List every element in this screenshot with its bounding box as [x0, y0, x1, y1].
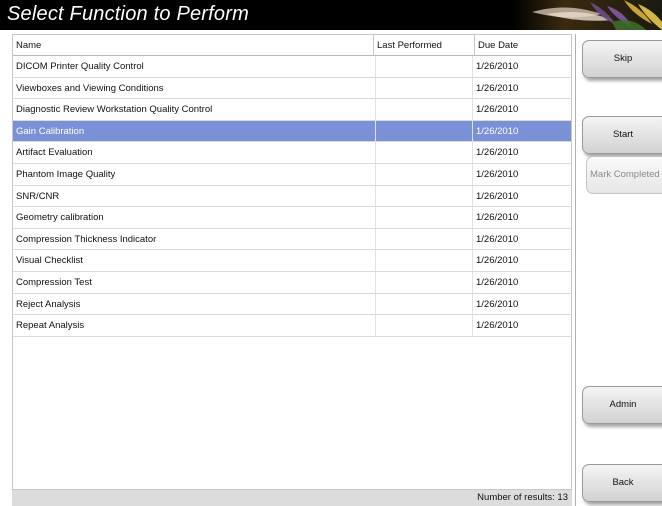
row-last-performed-cell — [375, 163, 473, 185]
column-header-name[interactable]: Name — [13, 35, 371, 56]
table-row[interactable]: Visual Checklist 1/26/2010 — [13, 250, 571, 272]
row-name-cell: Viewboxes and Viewing Conditions — [16, 82, 164, 94]
status-bar: Number of results: 13 — [12, 490, 572, 506]
table-row[interactable]: Viewboxes and Viewing Conditions 1/26/201… — [13, 77, 571, 100]
action-panel: Skip Start Mark Completed Admin Back — [572, 30, 662, 506]
row-name-cell: DICOM Printer Quality Control — [16, 61, 144, 72]
window-title: Select Function to Perform — [7, 3, 249, 25]
table-row[interactable]: Geometry calibration 1/26/2010 — [13, 207, 571, 229]
row-last-performed-cell — [375, 56, 473, 77]
row-due-date-cell: 1/26/2010 — [476, 147, 519, 159]
row-name-cell: Repeat Analysis — [16, 320, 85, 332]
row-due-date-cell: 1/26/2010 — [476, 212, 519, 224]
row-last-performed-cell — [375, 207, 473, 229]
row-name-cell: Visual Checklist — [16, 255, 83, 267]
function-table: Name Last Performed Due Date DICOM Print… — [12, 34, 572, 490]
table-row[interactable]: Repeat Analysis 1/26/2010 — [13, 315, 571, 337]
row-last-performed-cell — [375, 250, 473, 272]
row-last-performed-cell — [375, 271, 473, 293]
table-row[interactable]: Compression Thickness Indicator 1/26/2010 — [13, 228, 571, 251]
table-row[interactable]: Compression Test 1/26/2010 — [13, 271, 571, 294]
admin-button[interactable]: Admin — [582, 386, 662, 424]
row-name-cell: Phantom Image Quality — [16, 168, 116, 180]
flower-logo-icon — [512, 0, 662, 30]
table-row[interactable]: Gain Calibration 1/26/2010 — [13, 120, 571, 143]
row-due-date-cell: 1/26/2010 — [476, 233, 519, 245]
row-name-cell: Compression Test — [16, 276, 92, 288]
table-header: Name Last Performed Due Date — [13, 35, 571, 56]
title-bar: Select Function to Perform — [0, 0, 662, 30]
table-row[interactable]: Artifact Evaluation 1/26/2010 — [13, 142, 571, 164]
table-row[interactable]: Diagnostic Review Workstation Quality Co… — [13, 99, 571, 121]
start-button[interactable]: Start — [582, 116, 662, 154]
results-count: Number of results: 13 — [477, 492, 568, 503]
table-row[interactable]: SNR/CNR 1/26/2010 — [13, 185, 571, 208]
table-row[interactable]: Reject Analysis 1/26/2010 — [13, 293, 571, 316]
row-due-date-cell: 1/26/2010 — [476, 190, 519, 202]
row-last-performed-cell — [375, 315, 473, 337]
row-name-cell: Artifact Evaluation — [16, 147, 93, 159]
row-name-cell: Compression Thickness Indicator — [16, 233, 157, 245]
row-last-performed-cell — [375, 293, 473, 315]
back-button[interactable]: Back — [582, 464, 662, 502]
row-last-performed-cell — [375, 120, 473, 142]
row-due-date-cell: 1/26/2010 — [476, 255, 519, 267]
mark-completed-button[interactable]: Mark Completed — [586, 156, 662, 194]
row-name-cell: Reject Analysis — [16, 298, 81, 310]
row-last-performed-cell — [375, 228, 473, 250]
row-last-performed-cell — [375, 77, 473, 99]
table-body: DICOM Printer Quality Control 1/26/2010 Vi… — [13, 56, 571, 337]
column-header-due-date[interactable]: Due Date — [475, 35, 567, 56]
row-name-cell: Geometry calibration — [16, 212, 104, 224]
row-name-cell: Gain Calibration — [16, 125, 85, 137]
skip-button[interactable]: Skip — [582, 40, 662, 78]
row-name-cell: Diagnostic Review Workstation Quality Co… — [16, 104, 213, 116]
table-row[interactable]: DICOM Printer Quality Control 1/26/2010 — [13, 56, 571, 78]
row-due-date-cell: 1/26/2010 — [476, 320, 519, 332]
row-last-performed-cell — [375, 185, 473, 207]
row-due-date-cell: 1/26/2010 — [476, 61, 519, 72]
row-last-performed-cell — [375, 142, 473, 164]
row-due-date-cell: 1/26/2010 — [476, 104, 519, 116]
table-row[interactable]: Phantom Image Quality 1/26/2010 — [13, 163, 571, 186]
row-due-date-cell: 1/26/2010 — [476, 298, 519, 310]
panel-divider — [575, 34, 576, 506]
row-name-cell: SNR/CNR — [16, 190, 60, 202]
column-header-last-performed[interactable]: Last Performed — [374, 35, 474, 56]
row-due-date-cell: 1/26/2010 — [476, 168, 519, 180]
row-due-date-cell: 1/26/2010 — [476, 276, 519, 288]
row-due-date-cell: 1/26/2010 — [476, 125, 519, 137]
row-due-date-cell: 1/26/2010 — [476, 82, 519, 94]
row-last-performed-cell — [375, 99, 473, 121]
